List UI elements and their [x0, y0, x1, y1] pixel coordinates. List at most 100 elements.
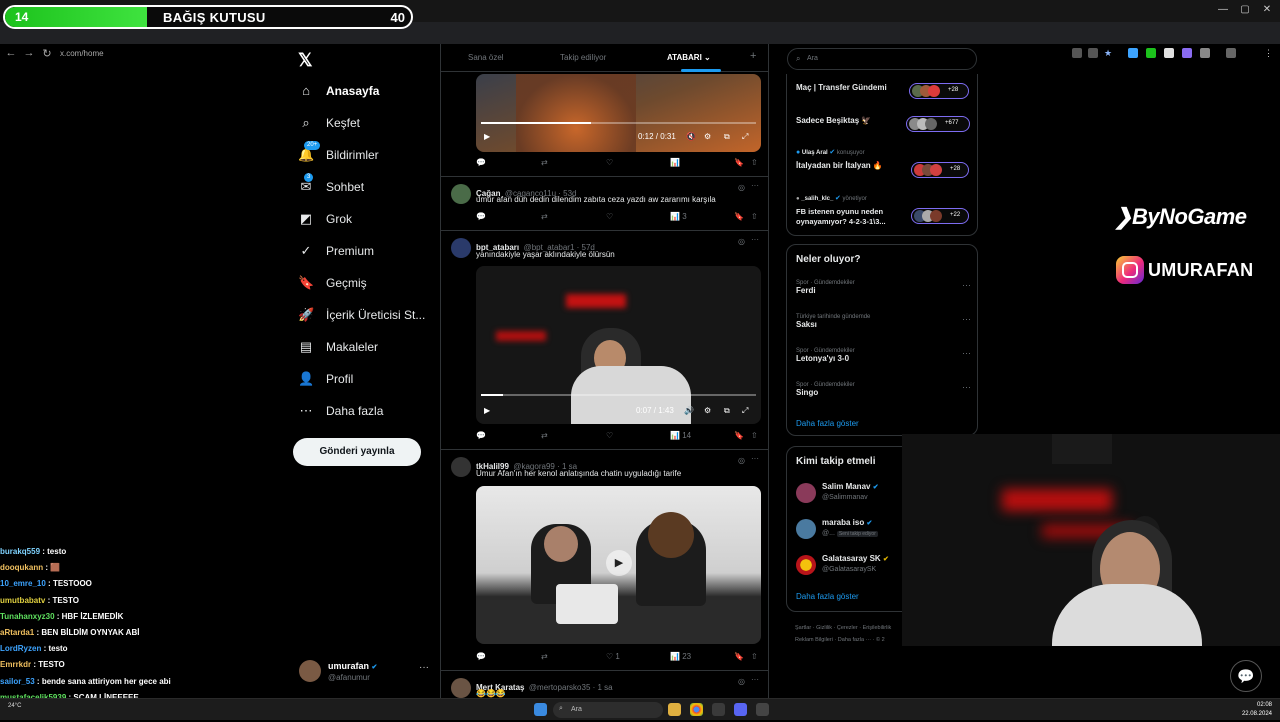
- extension-icon[interactable]: [1182, 48, 1192, 58]
- tab-for-you[interactable]: Sana özel: [468, 53, 504, 62]
- star-icon[interactable]: ★: [1104, 48, 1114, 58]
- nav-item-makaleler[interactable]: ▤ Makaleler: [298, 336, 378, 358]
- reply-icon[interactable]: 💬: [476, 431, 486, 440]
- close-icon[interactable]: ✕: [1258, 4, 1276, 16]
- video-progress[interactable]: [481, 394, 756, 396]
- views-count[interactable]: 📊 23: [670, 652, 691, 661]
- search-input[interactable]: ⌕ Ara: [787, 48, 977, 70]
- play-icon[interactable]: ▶: [606, 550, 632, 576]
- retweet-icon[interactable]: ⇄: [541, 212, 548, 221]
- space-title[interactable]: İtalyadan bir İtalyan 🔥: [796, 161, 883, 170]
- like-icon[interactable]: ♡: [606, 158, 613, 167]
- fullscreen-icon[interactable]: ⤢: [742, 132, 748, 142]
- reply-icon[interactable]: 💬: [476, 652, 486, 661]
- account-switcher[interactable]: umurafan ✔ @afanumur ···: [299, 658, 431, 686]
- footer-link[interactable]: Gizlilik: [816, 625, 832, 631]
- bookmark-icon[interactable]: 🔖: [734, 431, 744, 440]
- start-icon[interactable]: [534, 703, 547, 716]
- tweet-video[interactable]: ▶ 0:07 / 1:43 🔊 ⚙ ⧉ ⤢: [476, 266, 761, 424]
- nav-item-sohbet[interactable]: ✉ 3 Sohbet: [298, 173, 364, 198]
- retweet-icon[interactable]: ⇄: [541, 158, 548, 167]
- share-icon[interactable]: ⇧: [751, 158, 758, 167]
- extension-icon[interactable]: [1146, 48, 1156, 58]
- more-icon[interactable]: ···: [751, 181, 759, 190]
- x-logo-icon[interactable]: 𝕏: [298, 50, 318, 70]
- more-icon[interactable]: ···: [751, 235, 759, 244]
- nav-item-bildirimler[interactable]: 🔔 20+ Bildirimler: [298, 141, 379, 166]
- chat-username[interactable]: LordRyzen: [0, 644, 41, 653]
- nav-item-daha-fazla[interactable]: ⋯ Daha fazla: [298, 400, 384, 422]
- add-tab-icon[interactable]: +: [750, 50, 756, 62]
- play-icon[interactable]: ▶: [484, 406, 490, 415]
- footer-link[interactable]: Şartlar: [795, 625, 811, 631]
- tab-atabari[interactable]: ATABARI ⌄: [667, 53, 711, 62]
- file-explorer-icon[interactable]: [668, 703, 681, 716]
- nav-item-i-çerik-üreticisi-st-[interactable]: 🚀 İçerik Üreticisi St...: [298, 304, 425, 326]
- reply-icon[interactable]: 💬: [476, 212, 486, 221]
- nav-item-geçmiş[interactable]: 🔖 Geçmiş: [298, 272, 367, 294]
- avatar[interactable]: [451, 238, 471, 258]
- puzzle-icon[interactable]: [1200, 48, 1210, 58]
- like-count[interactable]: ♡ 1: [606, 652, 620, 661]
- back-icon[interactable]: ←: [4, 47, 18, 61]
- retweet-icon[interactable]: ⇄: [541, 431, 548, 440]
- settings-icon[interactable]: ⚙: [704, 406, 711, 415]
- more-icon[interactable]: ···: [419, 662, 429, 673]
- chat-username[interactable]: umutbabatv: [0, 596, 45, 605]
- obs-icon[interactable]: [712, 703, 725, 716]
- video-progress[interactable]: [481, 122, 756, 124]
- tab-following[interactable]: Takip ediliyor: [560, 53, 606, 62]
- space-listeners[interactable]: +677: [906, 116, 970, 132]
- post-button[interactable]: Gönderi yayınla: [293, 438, 421, 466]
- chat-username[interactable]: Emrrkdr: [0, 660, 31, 669]
- space-listeners[interactable]: +28: [911, 162, 969, 178]
- cast-icon[interactable]: [1088, 48, 1098, 58]
- footer-link[interactable]: Daha fazla ···: [838, 637, 871, 643]
- more-icon[interactable]: ···: [751, 675, 759, 684]
- grok-icon[interactable]: ◎: [738, 677, 745, 686]
- retweet-icon[interactable]: ⇄: [541, 652, 548, 661]
- extension-icon[interactable]: [1164, 48, 1174, 58]
- avatar[interactable]: [451, 457, 471, 477]
- chat-username[interactable]: 10_emre_10: [0, 579, 46, 588]
- tweet-video[interactable]: ▶ 0:12 / 0:31 🔇 ⚙ ⧉ ⤢: [476, 74, 761, 152]
- trend-item[interactable]: Spor · Gündemdekiler Singo ···: [796, 382, 971, 397]
- tweet-video[interactable]: ▶: [476, 486, 761, 644]
- mute-icon[interactable]: 🔇: [686, 132, 696, 141]
- grok-icon[interactable]: ◎: [738, 183, 745, 192]
- app-icon[interactable]: [756, 703, 769, 716]
- chat-username[interactable]: Tunahanxyz30: [0, 612, 55, 621]
- discord-icon[interactable]: [734, 703, 747, 716]
- bookmark-icon[interactable]: 🔖: [734, 158, 744, 167]
- share-icon[interactable]: ⇧: [751, 652, 758, 661]
- nav-item-profil[interactable]: 👤 Profil: [298, 368, 353, 390]
- space-listeners[interactable]: +22: [911, 208, 969, 224]
- show-more-link[interactable]: Daha fazla göster: [796, 592, 859, 601]
- profile-icon[interactable]: [1226, 48, 1236, 58]
- maximize-icon[interactable]: ▢: [1236, 4, 1254, 16]
- settings-icon[interactable]: ⚙: [704, 132, 711, 141]
- bookmark-icon[interactable]: 🔖: [734, 212, 744, 221]
- taskbar-search[interactable]: ⌕ Ara: [553, 702, 663, 718]
- nav-item-anasayfa[interactable]: ⌂ Anasayfa: [298, 80, 379, 102]
- share-icon[interactable]: ⇧: [751, 212, 758, 221]
- space-title[interactable]: Maç | Transfer Gündemi: [796, 83, 887, 92]
- weather-widget[interactable]: 24°C: [8, 703, 21, 709]
- chat-username[interactable]: burakq559: [0, 547, 40, 556]
- show-more-link[interactable]: Daha fazla göster: [796, 419, 859, 428]
- zoom-icon[interactable]: [1072, 48, 1082, 58]
- space-title[interactable]: FB istenen oyunu neden oynayamıyor? 4-2-…: [796, 207, 906, 227]
- nav-item-grok[interactable]: ◩ Grok: [298, 208, 352, 230]
- footer-link[interactable]: Çerezler: [837, 625, 858, 631]
- chat-username[interactable]: sailor_53: [0, 677, 35, 686]
- trend-item[interactable]: Türkiye tarihinde gündemde Saksı ···: [796, 314, 971, 329]
- grok-icon[interactable]: ◎: [738, 237, 745, 246]
- clock[interactable]: 02:08 22.08.2024: [1242, 701, 1272, 719]
- views-icon[interactable]: 📊: [670, 158, 680, 167]
- chat-username[interactable]: aRtarda1: [0, 628, 34, 637]
- bookmark-icon[interactable]: 🔖: [734, 652, 744, 661]
- more-icon[interactable]: ···: [751, 454, 759, 463]
- pip-icon[interactable]: ⧉: [724, 406, 730, 416]
- minimize-icon[interactable]: —: [1214, 4, 1232, 16]
- messages-fab-icon[interactable]: 💬: [1230, 660, 1262, 692]
